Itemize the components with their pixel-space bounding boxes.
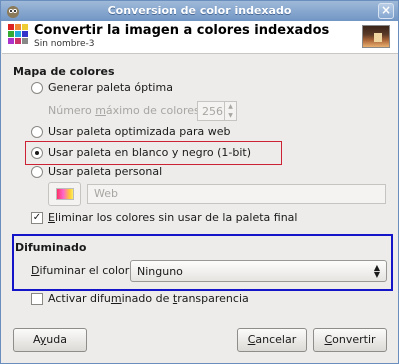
combo-arrows-icon: ▲ ▼ — [373, 263, 380, 279]
custom-palette-field[interactable]: Web — [87, 184, 386, 204]
spinner-arrows-icon[interactable]: ▲ ▼ — [224, 102, 236, 120]
dither-select-value: Ninguno — [137, 265, 183, 278]
radio-web-palette[interactable] — [31, 126, 43, 138]
radio-custom-palette[interactable] — [31, 166, 43, 178]
optimal-palette-label: Generar paleta óptima — [48, 81, 173, 94]
remove-unused-label: Eliminar los colores sin usar de la pale… — [48, 211, 298, 224]
radio-optimal-palette[interactable] — [31, 82, 43, 94]
max-colors-spinner[interactable]: 256 ▲ ▼ — [197, 101, 237, 121]
palette-swatch-icon — [56, 188, 74, 200]
convert-button[interactable]: Convertir — [313, 328, 387, 352]
dither-label: Difuminar el color: — [31, 264, 133, 277]
window-title: Conversion de color indexado — [107, 4, 292, 17]
title-bar[interactable]: Conversion de color indexado × — [1, 1, 398, 21]
dialog-window: Conversion de color indexado × Convertir… — [0, 0, 399, 364]
remove-unused-checkbox[interactable]: ✓ — [31, 212, 43, 224]
help-button[interactable]: Ayuda — [13, 328, 87, 352]
radio-bw-palette[interactable] — [31, 147, 43, 159]
image-thumbnail — [362, 25, 390, 48]
dither-section-title: Difuminado — [15, 241, 87, 254]
palette-section-title: Mapa de colores — [13, 65, 115, 78]
close-icon[interactable]: × — [378, 3, 394, 19]
bw-palette-label: Usar paleta en blanco y negro (1-bit) — [48, 146, 252, 159]
cancel-button[interactable]: Cancelar — [237, 328, 307, 352]
dialog-heading: Convertir la imagen a colores indexados — [34, 23, 330, 38]
max-colors-label: Número máximo de colores: — [48, 104, 204, 117]
dialog-header: Convertir la imagen a colores indexados … — [2, 21, 398, 54]
palette-picker-button[interactable] — [48, 182, 81, 206]
max-colors-value: 256 — [202, 105, 223, 118]
image-name: Sin nombre-3 — [34, 39, 95, 49]
transparency-dither-checkbox[interactable] — [31, 293, 43, 305]
color-grid-icon — [8, 24, 28, 44]
custom-palette-label: Usar paleta personal — [48, 165, 163, 178]
transparency-dither-label: Activar difuminado de transparencia — [48, 292, 249, 305]
dither-select[interactable]: Ninguno ▲ ▼ — [130, 260, 387, 282]
web-palette-label: Usar paleta optimizada para web — [48, 125, 231, 138]
